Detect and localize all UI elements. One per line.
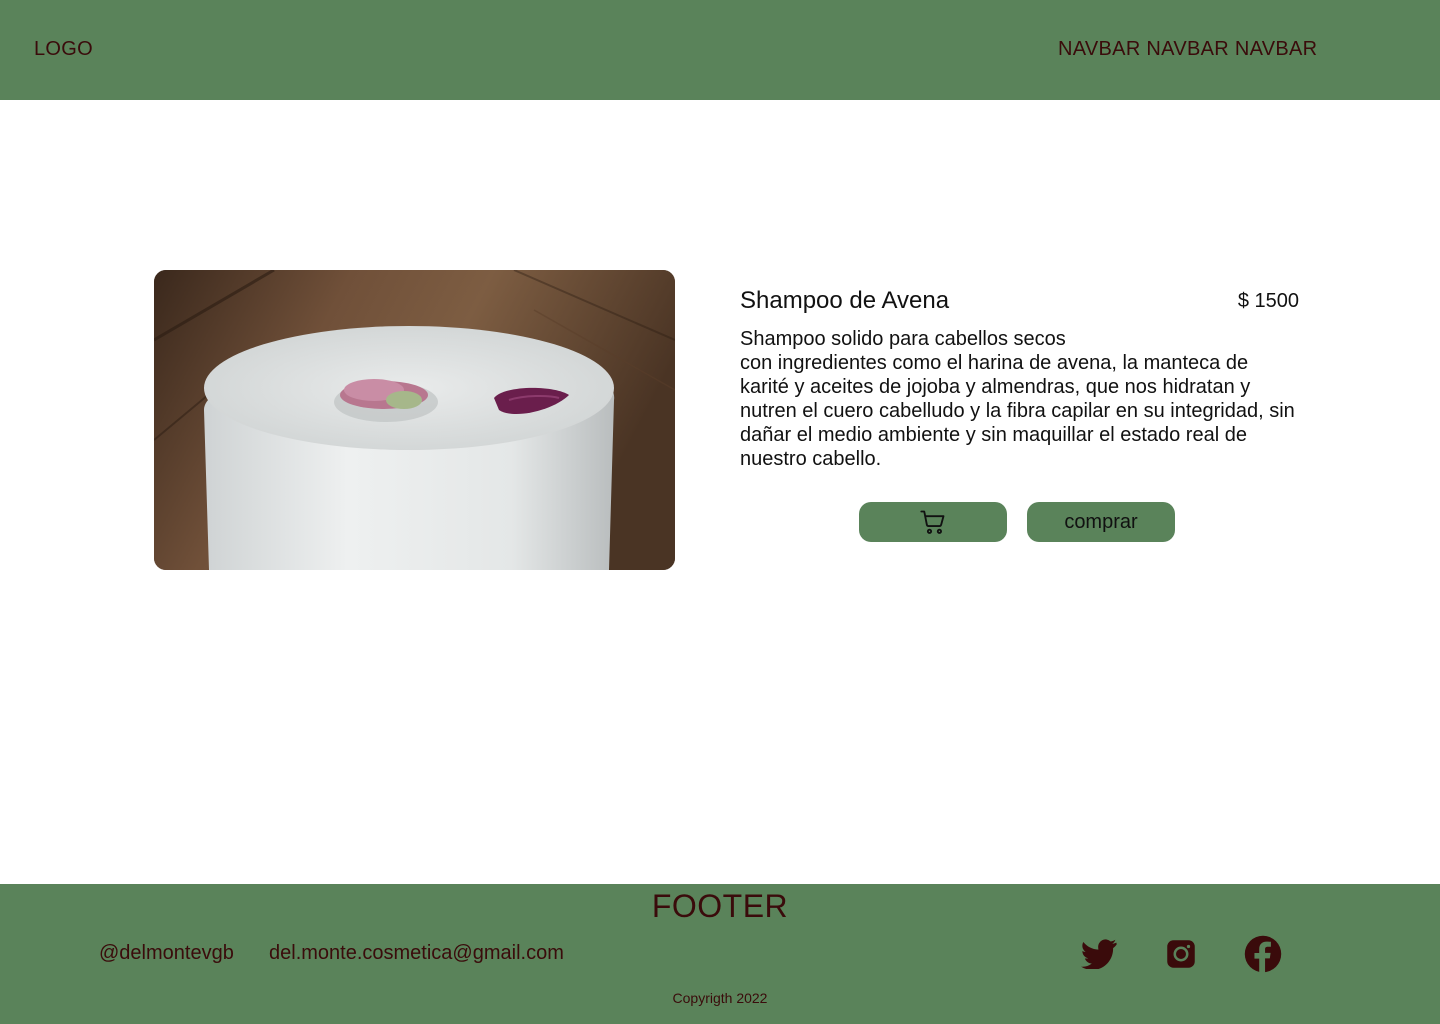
product-title: Shampoo de Avena — [740, 287, 950, 314]
navbar-links[interactable]: NAVBAR NAVBAR NAVBAR — [1058, 38, 1317, 61]
product-price: $ 1500 — [1237, 290, 1299, 312]
copyright-text: Copyrigth 2022 — [672, 990, 768, 1006]
twitter-icon[interactable] — [1079, 934, 1119, 974]
add-to-cart-button[interactable] — [859, 502, 1007, 542]
social-handle-link[interactable]: @delmontevgb — [99, 942, 234, 965]
product-description-lead: Shampoo solido para cabellos secos — [740, 328, 1066, 350]
email-link[interactable]: del.monte.cosmetica@gmail.com — [269, 942, 564, 965]
buy-button[interactable]: comprar — [1027, 502, 1175, 542]
product-description: Shampoo solido para cabellos secos con i… — [740, 327, 1300, 471]
product-image — [154, 270, 675, 570]
instagram-icon[interactable] — [1161, 934, 1201, 974]
logo[interactable]: LOGO — [34, 38, 93, 61]
shopping-cart-icon — [920, 510, 945, 534]
facebook-icon[interactable] — [1243, 934, 1283, 974]
header: LOGO NAVBAR NAVBAR NAVBAR — [0, 0, 1440, 100]
product-description-body: con ingredientes como el harina de avena… — [740, 352, 1295, 470]
footer: FOOTER @delmontevgb del.monte.cosmetica@… — [0, 884, 1440, 1024]
footer-title: FOOTER — [651, 888, 789, 924]
